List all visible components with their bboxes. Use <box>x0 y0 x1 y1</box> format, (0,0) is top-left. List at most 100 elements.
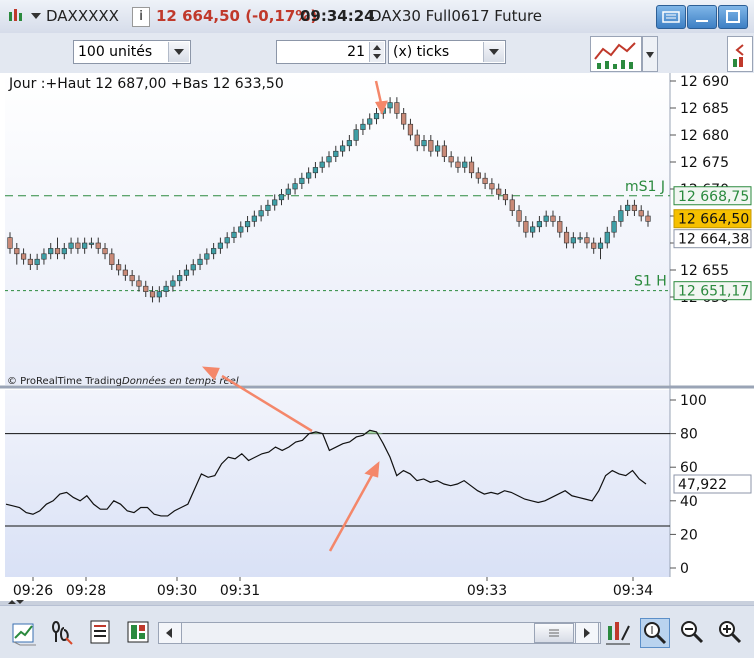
indicator-axis-label: 80 <box>680 427 698 443</box>
candle-body <box>591 242 597 249</box>
candle-body <box>482 177 488 184</box>
time-axis-label: 09:26 <box>13 583 53 599</box>
time-axis-label: 09:33 <box>467 583 507 599</box>
candle-body <box>638 210 644 217</box>
candle-body <box>204 253 210 260</box>
candle-body <box>509 199 515 211</box>
side-panel-icon[interactable] <box>727 36 753 72</box>
candle-body <box>224 237 230 244</box>
candle-body <box>68 242 74 249</box>
candle-body <box>502 194 509 201</box>
time-axis-label: 09:30 <box>157 583 197 599</box>
chart-style-dropdown-icon[interactable] <box>642 36 658 72</box>
candle-body <box>278 194 285 201</box>
price-axis-label: 12 655 <box>680 263 729 279</box>
chevron-down-icon[interactable] <box>483 42 504 62</box>
candle-body <box>251 215 257 222</box>
scroll-thumb-icon[interactable] <box>534 623 574 643</box>
candle-body <box>326 156 332 163</box>
ticks-unit-select[interactable]: (x) ticks <box>388 40 506 64</box>
units-select[interactable]: 100 unités <box>73 40 191 64</box>
zoom-fit-icon[interactable] <box>640 618 670 648</box>
chart-style-icon[interactable] <box>590 36 642 72</box>
info-icon[interactable]: i <box>132 7 150 27</box>
instrument-name: DAX30 Full0617 Future <box>370 7 543 25</box>
candle-body <box>468 161 475 174</box>
candle-body <box>489 183 495 190</box>
candle-body <box>34 258 40 265</box>
candle-body <box>434 145 441 152</box>
candle-body <box>190 264 196 271</box>
last-price: 12 664,50 <box>678 212 749 228</box>
candle-body <box>597 242 604 249</box>
bottom-toolbar <box>0 605 754 658</box>
candle-body <box>95 242 101 249</box>
candle-body <box>462 161 468 168</box>
units-select-value: 100 unités <box>78 44 153 60</box>
price-axis-label: 12 690 <box>680 74 729 90</box>
candle-body <box>149 291 156 298</box>
candle-body <box>563 231 570 244</box>
draw-icon[interactable] <box>604 618 632 646</box>
candle-body <box>387 102 393 109</box>
candle-body <box>631 204 638 211</box>
candle-body <box>258 210 264 217</box>
price-change: 12 664,50 (-0,17%) <box>156 7 318 25</box>
symbol-dropdown-arrow-icon[interactable] <box>31 13 41 19</box>
candle-body <box>299 177 305 184</box>
price-panel[interactable] <box>5 73 670 385</box>
time-axis-label: 09:31 <box>220 583 260 599</box>
candle-body <box>183 269 190 276</box>
candle-body <box>353 129 359 141</box>
chevron-down-icon[interactable] <box>168 42 189 62</box>
scroll-left-icon[interactable] <box>158 622 182 644</box>
list-icon[interactable] <box>86 618 114 646</box>
zoom-out-icon[interactable] <box>678 618 706 646</box>
candle-body <box>163 285 169 292</box>
indicator-axis-label: 60 <box>680 460 698 476</box>
zoom-in-icon[interactable] <box>716 618 744 646</box>
candle-body <box>272 199 278 206</box>
candle-body <box>156 291 162 298</box>
scroll-right-icon[interactable] <box>575 622 599 644</box>
candle-body <box>265 204 271 211</box>
candle-body <box>448 156 454 163</box>
ticks-count-input[interactable]: 21 <box>276 40 386 64</box>
layout-icon[interactable] <box>124 618 152 646</box>
maximize-icon[interactable] <box>718 5 748 29</box>
data-credit-note: Données en temps réel <box>122 375 239 387</box>
indicator-icon[interactable] <box>48 618 76 646</box>
candle-body <box>441 145 447 157</box>
candle-body <box>611 221 617 233</box>
window-icon[interactable] <box>8 8 24 24</box>
candle-body <box>428 140 434 152</box>
chart-area[interactable]: Jour :+Haut 12 687,00 +Bas 12 633,50 © P… <box>0 73 754 605</box>
candle-body <box>401 113 407 125</box>
ticks-count-value: 21 <box>347 44 365 60</box>
candle-body <box>217 242 224 249</box>
level-label-s1h: S1 H <box>634 274 667 290</box>
keyboard-icon[interactable] <box>656 5 686 29</box>
candle-body <box>570 237 576 244</box>
indicator-panel[interactable] <box>5 390 670 577</box>
candle-body <box>367 118 373 125</box>
candle-body <box>177 275 183 282</box>
indicator-axis-label: 40 <box>680 494 698 510</box>
candle-body <box>27 258 33 265</box>
candle-body <box>75 242 81 249</box>
candle-body <box>604 231 610 244</box>
candle-body <box>48 248 54 255</box>
candle-body <box>394 102 400 114</box>
candle-body <box>211 248 217 255</box>
minimize-icon[interactable] <box>687 5 717 29</box>
indicator-axis-label: 100 <box>680 393 707 409</box>
candle-body <box>543 215 549 222</box>
chart-type-icon[interactable] <box>10 618 38 646</box>
time-axis-label: 09:28 <box>66 583 106 599</box>
level-label-ms1j: mS1 J <box>625 179 665 195</box>
indicator-value: 47,922 <box>678 477 727 493</box>
symbol-label[interactable]: DAXXXXX <box>46 7 119 25</box>
stepper-icon[interactable] <box>369 42 384 62</box>
candle-body <box>231 231 237 238</box>
candle-body <box>82 242 88 249</box>
